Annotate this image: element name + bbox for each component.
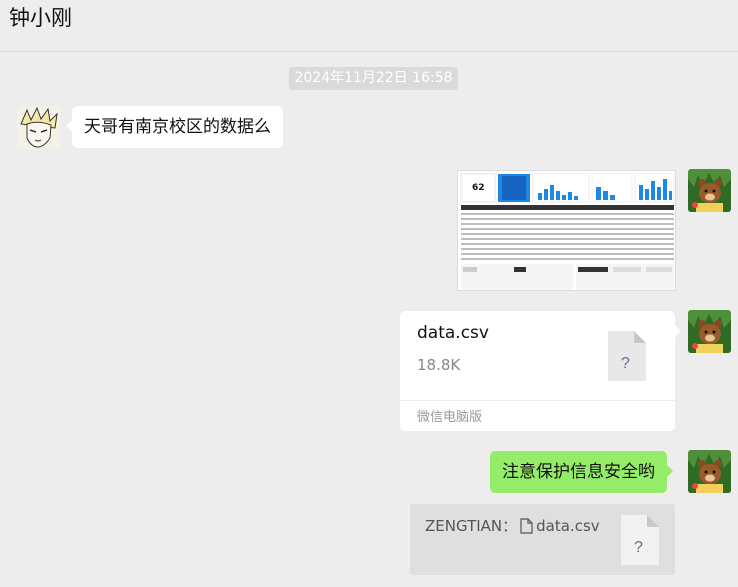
divider — [400, 400, 675, 401]
bear-cartoon-avatar-icon — [688, 450, 731, 493]
dashboard-screenshot-thumbnail: 62 — [458, 171, 675, 290]
file-message-card[interactable]: data.csv 18.8K ? 微信电脑版 — [400, 311, 681, 431]
outgoing-image-message[interactable]: 62 — [457, 170, 676, 291]
file-source-label: 微信电脑版 — [417, 410, 483, 425]
file-size: 18.8K — [417, 356, 461, 374]
self-avatar[interactable] — [688, 310, 731, 353]
quote-text: ZENGTIAN： data.csv — [425, 515, 600, 536]
message-timestamp: 2024年11月22日 16:58 — [289, 67, 458, 90]
quoted-message[interactable]: ZENGTIAN： data.csv ? — [410, 504, 675, 575]
incoming-message-bubble[interactable]: 天哥有南京校区的数据么 — [66, 106, 283, 148]
unknown-file-icon: ? — [608, 331, 646, 381]
bear-cartoon-avatar-icon — [688, 169, 731, 212]
self-avatar[interactable] — [688, 450, 731, 493]
chat-header: 钟小刚 — [0, 0, 738, 52]
kpi-value: 62 — [472, 183, 485, 193]
unknown-file-icon: ? — [621, 515, 659, 565]
svg-text:?: ? — [621, 355, 630, 372]
outgoing-message-bubble[interactable]: 注意保护信息安全哟 — [490, 451, 673, 493]
file-name: data.csv — [417, 323, 489, 343]
bear-cartoon-avatar-icon — [688, 310, 731, 353]
file-icon — [520, 517, 533, 534]
self-avatar[interactable] — [688, 169, 731, 212]
svg-text:?: ? — [634, 539, 643, 556]
quote-file-name: data.csv — [536, 516, 600, 535]
contact-avatar[interactable] — [17, 106, 60, 149]
anime-avatar-icon — [17, 106, 60, 149]
quote-sender: ZENGTIAN： — [425, 517, 518, 535]
chat-title: 钟小刚 — [9, 6, 72, 30]
